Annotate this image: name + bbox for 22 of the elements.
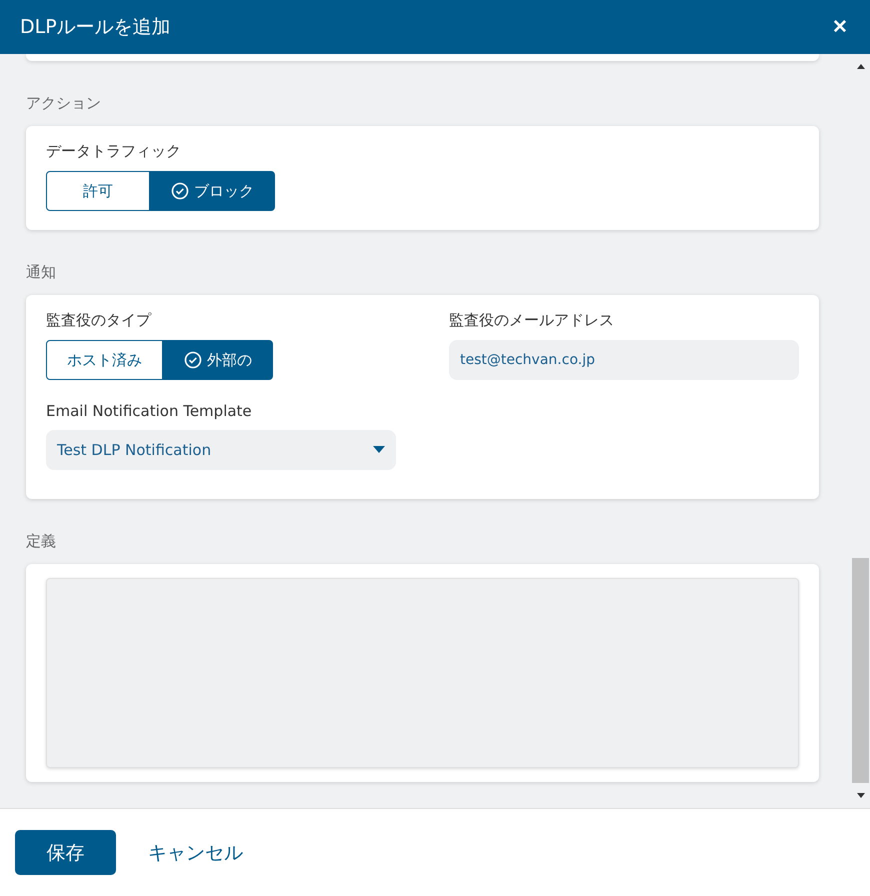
field-label: 監査役のメールアドレス (449, 311, 615, 330)
check-circle-icon (184, 351, 202, 369)
save-button[interactable]: 保存 (15, 830, 116, 875)
segment-option[interactable]: 許可 (46, 171, 150, 211)
cancel-button[interactable]: キャンセル (130, 834, 261, 872)
section-label: 定義 (26, 532, 57, 551)
field-label: データトラフィック (46, 142, 182, 161)
close-button[interactable]: ✕ (830, 15, 850, 39)
segment-option[interactable]: ブロック (150, 171, 275, 211)
template-dropdown[interactable]: Test DLP Notification (46, 430, 396, 470)
window-title: DLPルールを追加 (20, 15, 171, 40)
segment-option[interactable]: 外部の (163, 340, 273, 380)
section-label: アクション (26, 94, 102, 113)
scroll-up-icon[interactable] (856, 64, 864, 69)
email-field[interactable]: test@techvan.co.jp (449, 340, 799, 380)
caret-icon (373, 446, 385, 454)
section-label: 通知 (26, 263, 57, 282)
field-label: Email Notification Template (46, 402, 253, 420)
check-circle-icon (171, 182, 189, 200)
scroll-down-icon[interactable] (856, 793, 864, 798)
segment-option[interactable]: ホスト済み (46, 340, 163, 380)
field-label: 監査役のタイプ (46, 311, 152, 330)
